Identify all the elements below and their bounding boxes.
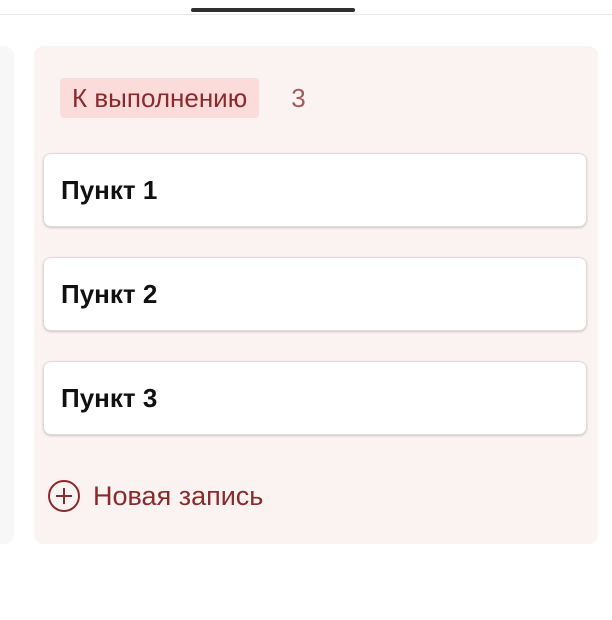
card-title: Пункт 1 (61, 175, 158, 205)
active-tab-indicator (191, 8, 355, 12)
board-column-todo: К выполнению 3 Пункт 1 Пункт 2 Пункт 3 Н… (34, 46, 598, 544)
card[interactable]: Пункт 3 (43, 361, 587, 435)
card[interactable]: Пункт 2 (43, 257, 587, 331)
card-count: 3 (291, 83, 306, 113)
new-entry-button[interactable]: Новая запись (47, 478, 263, 514)
card-title: Пункт 2 (61, 279, 158, 309)
previous-board-column (0, 46, 14, 544)
column-header: К выполнению 3 (60, 78, 306, 118)
card[interactable]: Пункт 1 (43, 153, 587, 227)
top-tab-bar (0, 0, 612, 15)
status-label[interactable]: К выполнению (60, 78, 260, 118)
plus-circle-icon (47, 479, 81, 513)
new-entry-label: Новая запись (93, 481, 264, 511)
card-title: Пункт 3 (61, 383, 158, 413)
